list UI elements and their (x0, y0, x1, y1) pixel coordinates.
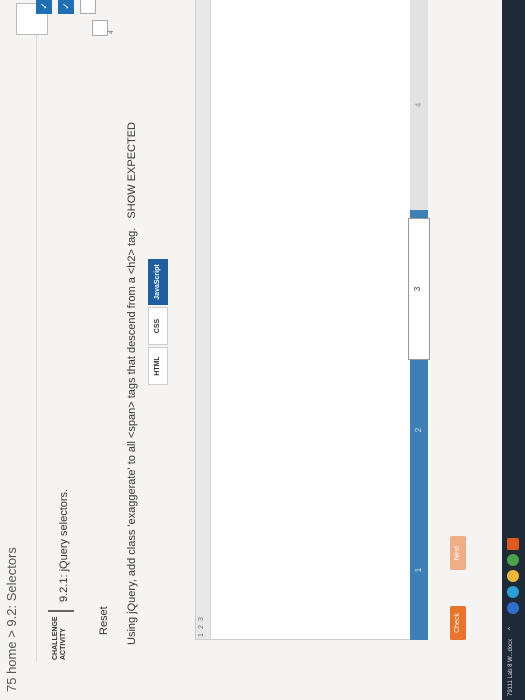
screen: 75 home > 9.2: Selectors CHALLENGE ACTIV… (0, 0, 525, 700)
chevron-up-icon[interactable]: ^ (508, 627, 514, 630)
challenge-activity-tag: CHALLENGE ACTIVITY (52, 614, 68, 660)
line-number: 3 (198, 617, 205, 621)
tab-html[interactable]: HTML (148, 347, 168, 385)
progress-number-4: 4 (108, 30, 115, 34)
line-number: 2 (198, 625, 205, 629)
step-3[interactable]: 3 (408, 218, 430, 360)
editor-gutter: 1 2 3 (196, 0, 211, 639)
progress-indicator: ✓ 1 ✓ 2 3 4 (36, 0, 116, 140)
activity-page: 75 home > 9.2: Selectors CHALLENGE ACTIV… (0, 0, 525, 700)
code-editor[interactable]: 1 2 3 (195, 0, 412, 640)
edge-icon[interactable] (507, 586, 519, 598)
challenge-divider (48, 610, 74, 612)
progress-square-1[interactable]: ✓ (36, 0, 52, 14)
reset-button[interactable]: Reset (98, 606, 110, 635)
step-2[interactable]: 2 (410, 360, 428, 500)
progress-square-2[interactable]: ✓ (58, 0, 74, 14)
taskbar-file-item[interactable]: 79111 Lab 8 W...docx (508, 639, 514, 696)
browser-icon[interactable] (507, 602, 519, 614)
challenge-tag-line1: CHALLENGE (52, 616, 59, 660)
chrome-icon[interactable] (507, 554, 519, 566)
step-navigator: 1 2 3 (408, 210, 430, 640)
line-number: 1 (198, 633, 205, 637)
step-1[interactable]: 1 (410, 500, 428, 640)
tab-javascript[interactable]: JavaScript (148, 259, 168, 305)
breadcrumb[interactable]: 75 home > 9.2: Selectors (4, 547, 19, 692)
progress-square-3[interactable] (80, 0, 96, 14)
step-4[interactable]: 4 (410, 35, 428, 175)
app-icon[interactable] (507, 538, 519, 550)
folder-icon[interactable] (507, 570, 519, 582)
progress-square-4[interactable] (92, 20, 108, 36)
challenge-tag-line2: ACTIVITY (60, 628, 67, 660)
instructions: Using jQuery, add class 'exaggerate' to … (126, 122, 138, 645)
check-button[interactable]: Check (450, 606, 466, 640)
activity-title: 9.2.1: jQuery selectors. (58, 488, 70, 602)
check-icon: ✓ (61, 2, 71, 10)
step-navigator-remaining: 4 (410, 0, 428, 210)
tab-css[interactable]: CSS (148, 307, 168, 345)
instructions-text: Using jQuery, add class 'exaggerate' to … (126, 227, 138, 645)
show-expected-link[interactable]: SHOW EXPECTED (126, 122, 138, 219)
check-icon: ✓ (39, 2, 49, 10)
os-taskbar: 79111 Lab 8 W...docx ^ (502, 0, 525, 700)
next-button[interactable]: Next (450, 536, 466, 570)
